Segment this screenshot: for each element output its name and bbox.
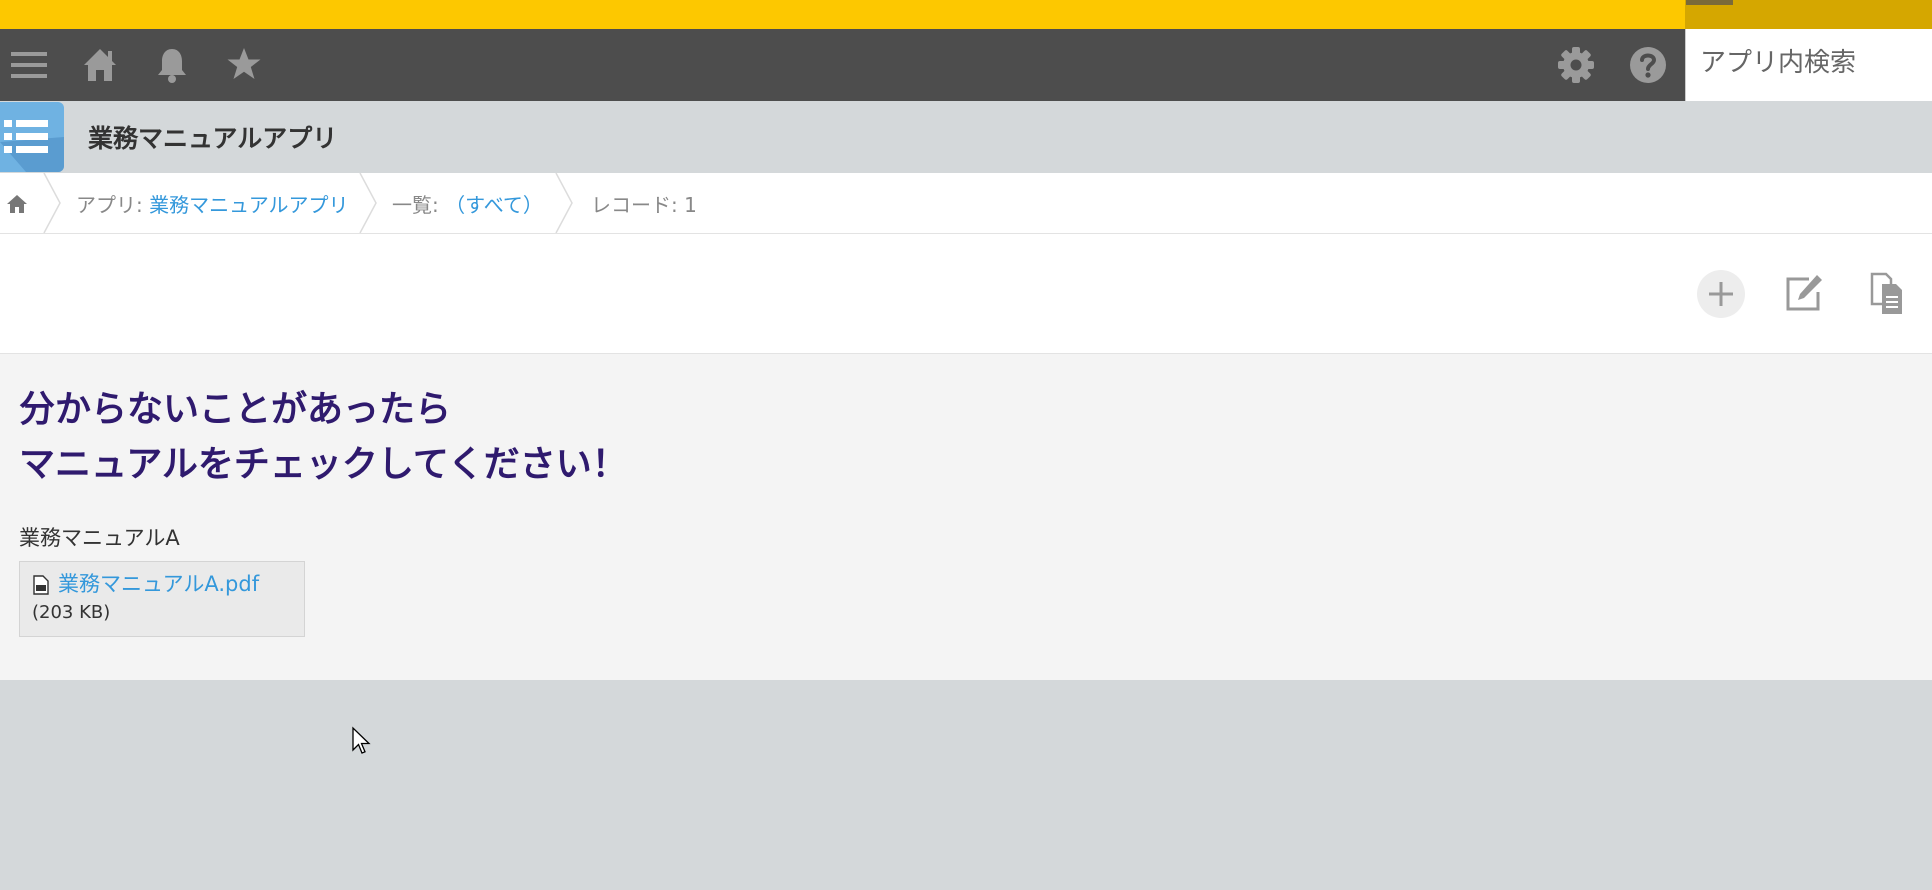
breadcrumb-app[interactable]: アプリ: 業務マニュアルアプリ: [76, 189, 349, 218]
app-title-bar: 業務マニュアルアプリ: [0, 101, 1932, 173]
duplicate-icon: [1870, 272, 1902, 314]
record-heading: 分からないことがあったら マニュアルをチェックしてください！: [19, 382, 628, 492]
attachment-field-label: 業務マニュアルA: [19, 526, 180, 550]
app-title: 業務マニュアルアプリ: [88, 124, 338, 153]
duplicate-record-button[interactable]: [1864, 270, 1912, 318]
breadcrumb-separator: [359, 173, 377, 233]
global-header: アプリ内検索: [0, 29, 1932, 101]
breadcrumb-home-icon[interactable]: [6, 193, 28, 215]
bell-icon[interactable]: [153, 45, 191, 85]
breadcrumb-separator: [43, 173, 61, 233]
top-accent-mark: [1686, 0, 1733, 5]
breadcrumb-app-link[interactable]: 業務マニュアルアプリ: [149, 193, 348, 217]
breadcrumb-view[interactable]: 一覧: （すべて）: [392, 189, 543, 218]
help-icon[interactable]: [1628, 45, 1668, 85]
breadcrumb-view-link[interactable]: （すべて）: [445, 193, 543, 217]
list-icon[interactable]: [0, 102, 64, 172]
attachment-file-size: (203 KB): [32, 602, 111, 623]
edit-record-button[interactable]: [1779, 270, 1827, 318]
top-accent-bar: [0, 0, 1932, 29]
home-icon[interactable]: [81, 45, 119, 85]
attachment-file: 業務マニュアルA.pdf (203 KB): [19, 561, 305, 637]
record-heading-line2: マニュアルをチェックしてください！: [19, 444, 628, 485]
menu-icon[interactable]: [9, 45, 49, 85]
breadcrumb: アプリ: 業務マニュアルアプリ 一覧: （すべて） レコード: 1: [0, 173, 1932, 234]
add-icon: [1709, 282, 1733, 306]
record-toolbar: [0, 234, 1932, 354]
app-search-input[interactable]: アプリ内検索: [1685, 29, 1932, 101]
record-heading-line1: 分からないことがあったら: [19, 389, 452, 430]
breadcrumb-view-prefix: 一覧:: [392, 193, 446, 217]
mouse-cursor-icon: [352, 726, 371, 754]
breadcrumb-separator: [555, 173, 573, 233]
attachment-file-link[interactable]: 業務マニュアルA.pdf: [58, 568, 259, 598]
gear-icon[interactable]: [1556, 45, 1596, 85]
pdf-file-icon: [33, 575, 49, 595]
edit-icon: [1786, 275, 1822, 311]
breadcrumb-app-prefix: アプリ:: [76, 193, 150, 217]
breadcrumb-record: レコード: 1: [591, 193, 697, 217]
star-icon[interactable]: [225, 45, 263, 85]
add-record-button[interactable]: [1697, 270, 1745, 318]
record-detail: 分からないことがあったら マニュアルをチェックしてください！ 業務マニュアルA …: [0, 354, 1932, 680]
